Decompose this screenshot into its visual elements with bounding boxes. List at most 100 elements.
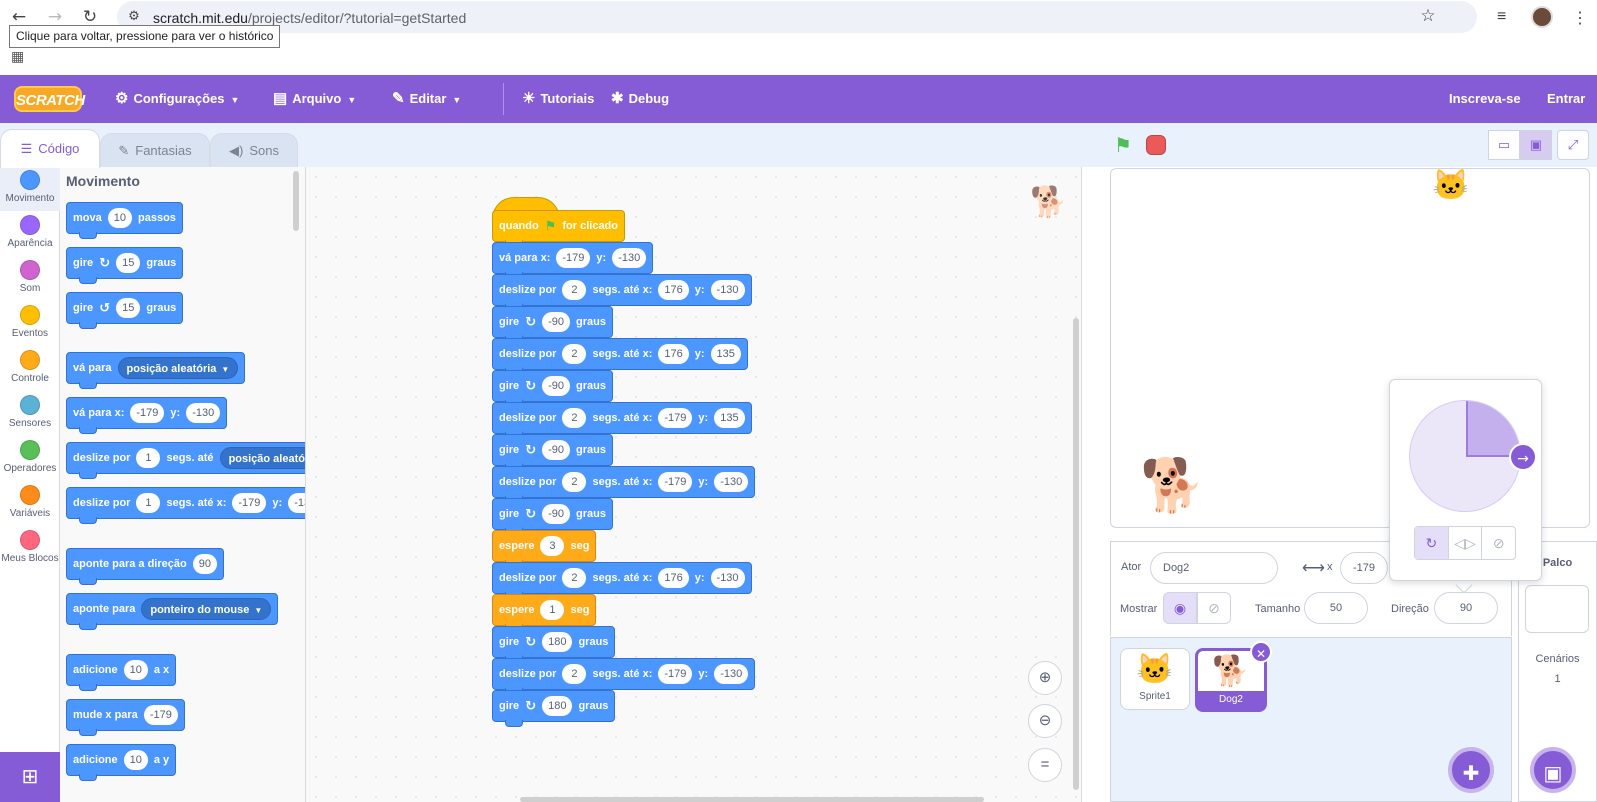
workspace-horizontal-scrollbar[interactable] [520,797,984,802]
palette-scrollbar[interactable] [293,171,299,231]
settings-menu[interactable]: ⚙ Configurações ▼ [115,75,239,123]
block-input[interactable]: 2 [562,344,587,364]
zoom-out-button[interactable]: ⊖ [1028,704,1062,738]
block-input[interactable]: -130 [612,248,647,268]
block-input[interactable]: 135 [714,408,745,428]
block-point-towards[interactable]: aponte para ponteiro do mouse ▼ [66,593,279,630]
tab-code[interactable]: ☰ Código [0,129,100,168]
tab-costumes[interactable]: ✎ Fantasias [100,133,210,168]
add-extension-button[interactable]: ⊞ [0,752,60,802]
block-change-y[interactable]: adicione 10 a y [66,744,177,781]
fullscreen-button[interactable]: ⤢ [1557,130,1589,160]
block-input[interactable]: 10 [107,208,132,228]
apps-grid-icon[interactable]: ▦ [11,48,24,65]
block-input[interactable]: 180 [542,696,573,716]
block-input[interactable]: 15 [116,253,141,273]
block-turn-right[interactable]: gire ↻ 180 graus [492,626,616,663]
category-my-blocks[interactable]: Meus Blocos [0,527,60,571]
block-glide-xy[interactable]: deslize por 2 segs. até x: 176 y: -130 [492,274,752,311]
block-input[interactable]: 2 [562,568,587,588]
block-input[interactable]: -90 [542,376,570,396]
profile-avatar[interactable] [1531,6,1553,28]
delete-sprite-button[interactable]: ✕ [1250,641,1272,663]
block-input[interactable]: 1 [136,448,161,468]
file-menu[interactable]: ▤ Arquivo ▼ [273,75,356,123]
block-turn-right[interactable]: gire ↻ 180 graus [492,690,616,727]
signin-link[interactable]: Entrar [1547,75,1585,123]
all-around-rotation-button[interactable]: ↻ [1415,527,1449,559]
zoom-in-button[interactable]: ⊕ [1028,661,1062,695]
block-input[interactable]: 3 [540,536,565,556]
block-input[interactable]: 176 [658,280,689,300]
debug-button[interactable]: ✱ Debug [611,75,669,123]
block-input[interactable]: 135 [710,344,741,364]
block-input[interactable]: 2 [562,280,587,300]
show-visible-toggle[interactable]: ◉ [1163,592,1197,624]
block-input[interactable]: 10 [123,750,148,770]
block-dropdown[interactable]: posição aleatória▼ [117,357,239,379]
block-change-x[interactable]: adicione 10 a x [66,654,177,691]
category-sensing[interactable]: Sensores [0,392,60,436]
block-goto-xy[interactable]: vá para x: -179 y: -130 [492,242,654,279]
left-right-rotation-button[interactable]: ◁▷ [1449,527,1483,559]
dog-sprite-on-stage[interactable]: 🐕 [1140,455,1205,516]
block-input[interactable]: -130 [710,568,745,588]
block-input[interactable]: 15 [116,298,141,318]
dont-rotate-button[interactable]: ⊘ [1482,527,1515,559]
dial-handle[interactable]: → [1509,443,1537,471]
zoom-reset-button[interactable]: = [1028,748,1062,782]
block-point-direction[interactable]: aponte para a direção 90 [66,548,224,585]
block-input[interactable]: 2 [562,664,587,684]
block-input[interactable]: -130 [714,472,749,492]
stage-thumbnail[interactable] [1525,585,1589,633]
bookmark-star-icon[interactable]: ☆ [1417,5,1439,27]
block-input[interactable]: 1 [136,493,161,513]
block-input[interactable]: -90 [542,312,570,332]
block-turn-right[interactable]: gire ↻ -90 graus [492,306,613,343]
block-input[interactable]: -90 [542,504,570,524]
stop-button[interactable] [1146,135,1166,155]
size-input[interactable]: 50 [1304,592,1368,624]
block-input[interactable]: 2 [562,472,587,492]
show-hidden-toggle[interactable]: ⊘ [1197,592,1231,624]
direction-input[interactable]: 90 [1434,592,1498,624]
category-operators[interactable]: Operadores [0,437,60,481]
block-dropdown[interactable]: ponteiro do mouse ▼ [141,598,272,620]
sprite-thumb-sprite1[interactable]: 🐱 Sprite1 [1120,648,1190,710]
choose-sprite-button[interactable]: ✚ [1448,747,1494,793]
block-glide-xy[interactable]: deslize por 2 segs. até x: -179 y: -130 [492,658,756,695]
block-input[interactable]: -179 [658,664,693,684]
category-motion[interactable]: Movimento [0,167,60,211]
block-input[interactable]: 2 [562,408,587,428]
block-set-x[interactable]: mude x para -179 [66,699,185,736]
block-input[interactable]: 180 [542,632,573,652]
reading-list-icon[interactable]: ≡ [1497,8,1506,26]
large-stage-button[interactable]: ▣ [1520,130,1552,160]
block-glide-xy[interactable]: deslize por 2 segs. até x: 176 y: -130 [492,562,752,599]
x-input[interactable]: -179 [1340,552,1388,584]
address-bar[interactable]: ⚙ scratch.mit.edu/projects/editor/?tutor… [117,1,1477,33]
block-input[interactable]: -179 [658,472,693,492]
block-input[interactable]: -90 [542,440,570,460]
tab-sounds[interactable]: ◀) Sons [210,133,298,168]
small-stage-button[interactable]: ▭ [1488,130,1520,160]
block-turn-right[interactable]: gire ↻ -90 graus [492,434,613,471]
block-turn-left[interactable]: gire ↺ 15 graus [66,292,184,329]
block-input[interactable]: -179 [232,493,267,513]
block-input[interactable]: -130 [288,493,305,513]
category-looks[interactable]: Aparência [0,212,60,256]
workspace-vertical-scrollbar[interactable] [1073,318,1079,790]
block-input[interactable]: 176 [658,568,689,588]
join-link[interactable]: Inscreva-se [1449,75,1521,123]
block-input[interactable]: 1 [540,600,565,620]
category-variables[interactable]: Variáveis [0,482,60,526]
block-input[interactable]: -179 [130,403,165,423]
category-sound[interactable]: Som [0,257,60,301]
category-events[interactable]: Eventos [0,302,60,346]
block-glide-xy[interactable]: deslize por 1 segs. até x: -179 y: -130 [66,487,305,524]
more-menu-icon[interactable]: ⋮ [1572,8,1588,28]
block-input[interactable]: 176 [658,344,689,364]
block-input[interactable]: -130 [714,664,749,684]
block-dropdown[interactable]: posição aleatória▼ [219,447,305,469]
tutorials-button[interactable]: ☀ Tutoriais [522,75,594,123]
